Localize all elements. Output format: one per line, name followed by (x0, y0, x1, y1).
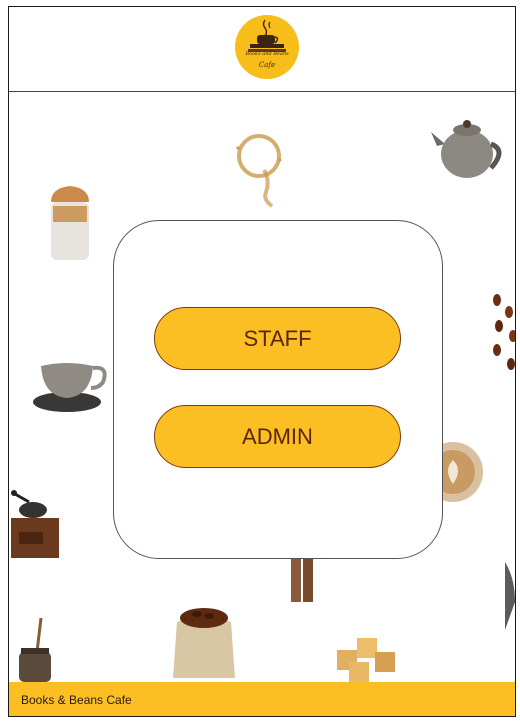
coffee-canister (505, 562, 515, 630)
teacup-saucer (33, 363, 107, 412)
cinnamon-sticks (291, 554, 313, 602)
main-content: STAFF ADMIN (9, 92, 515, 682)
app-frame: Books and Beans Cafe STAFF ADMIN Books &… (8, 6, 516, 717)
logo-sub-text: Cafe (258, 61, 276, 69)
coffee-cup-on-books-icon (248, 19, 286, 52)
sugar-cubes (337, 638, 395, 682)
logo-brand-text: Books and Beans (245, 51, 289, 57)
honey-jar (19, 618, 51, 682)
coffee-grinder (11, 490, 59, 558)
footer-text: Books & Beans Cafe (21, 693, 132, 707)
iced-coffee-cup (51, 186, 89, 260)
admin-button[interactable]: ADMIN (154, 405, 401, 468)
role-select-panel: STAFF ADMIN (113, 220, 443, 559)
coffee-ring-stain (236, 134, 282, 208)
teapot (431, 120, 502, 178)
coffee-bean-sack (173, 608, 235, 678)
footer-bar: Books & Beans Cafe (9, 682, 515, 716)
cafe-logo[interactable]: Books and Beans Cafe (235, 15, 299, 79)
staff-button[interactable]: STAFF (154, 307, 401, 370)
coffee-beans (493, 294, 515, 370)
header-bar: Books and Beans Cafe (9, 7, 515, 92)
